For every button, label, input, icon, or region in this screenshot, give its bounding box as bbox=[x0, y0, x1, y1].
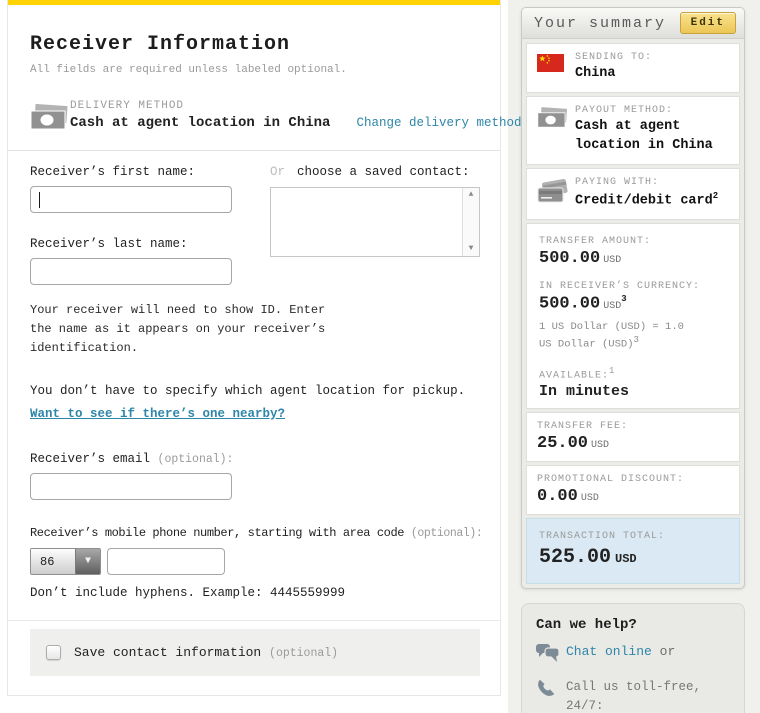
agent-location-note: You don’t have to specify which agent lo… bbox=[30, 384, 480, 398]
last-name-label: Receiver’s last name: bbox=[30, 237, 270, 251]
footnote-3: 3 bbox=[634, 335, 639, 345]
chat-online-link[interactable]: Chat online bbox=[566, 644, 652, 659]
currency-unit: USD bbox=[615, 552, 637, 566]
footnote-1: 1 bbox=[609, 366, 615, 376]
text-caret bbox=[39, 192, 40, 208]
edit-summary-button[interactable]: Edit bbox=[680, 12, 736, 34]
payout-method-row: PAYOUT METHOD: Cash at agent location in… bbox=[526, 96, 740, 165]
currency-unit: USD bbox=[603, 255, 621, 266]
scroll-up-icon[interactable]: ▲ bbox=[469, 191, 474, 199]
chat-line: Chat online or bbox=[566, 643, 675, 668]
transaction-total-card: TRANSACTION TOTAL: 525.00USD bbox=[526, 518, 740, 584]
transfer-amount-label: TRANSFER AMOUNT: bbox=[539, 236, 729, 247]
accent-top-bar bbox=[8, 0, 500, 5]
email-optional-tag: (optional): bbox=[158, 453, 234, 466]
scroll-down-icon[interactable]: ▼ bbox=[469, 245, 474, 253]
footnote-3: 3 bbox=[621, 294, 626, 304]
chat-bubbles-icon bbox=[536, 650, 560, 668]
save-contact-label: Save contact information (optional) bbox=[74, 645, 338, 660]
or-text: Or bbox=[270, 165, 285, 179]
first-name-label: Receiver’s first name: bbox=[30, 165, 270, 179]
transfer-fee-card: TRANSFER FEE: 25.00USD bbox=[526, 412, 740, 462]
transfer-fee-value: 25.00USD bbox=[537, 434, 729, 453]
required-fields-note: All fields are required unless labeled o… bbox=[30, 64, 480, 76]
currency-unit: USD bbox=[603, 301, 621, 312]
banknote-icon bbox=[30, 118, 70, 136]
page-title: Receiver Information bbox=[30, 33, 480, 56]
phone-optional-tag: (optional): bbox=[411, 527, 483, 540]
available-label: AVAILABLE:1 bbox=[539, 366, 729, 381]
save-contact-checkbox[interactable] bbox=[46, 645, 61, 660]
help-box: Can we help? Chat online or bbox=[521, 603, 745, 713]
id-requirement-note: Your receiver will need to show ID. Ente… bbox=[30, 301, 340, 358]
summary-sidebar: Your summary Edit bbox=[521, 7, 745, 713]
save-contact-section: Save contact information (optional) bbox=[30, 629, 480, 676]
call-info: Call us toll-free, 24/7: 1-877-989-3268 bbox=[566, 678, 730, 713]
phone-input[interactable] bbox=[107, 548, 225, 575]
section-divider bbox=[8, 150, 500, 151]
phone-icon bbox=[536, 685, 555, 703]
amounts-card: TRANSFER AMOUNT: 500.00USD IN RECEIVER’S… bbox=[526, 223, 740, 409]
exchange-rate-note: 1 US Dollar (USD) = 1.0 US Dollar (USD)3 bbox=[539, 320, 729, 353]
chevron-down-icon[interactable]: ▼ bbox=[75, 549, 100, 574]
receiver-currency-value: 500.00USD3 bbox=[539, 294, 729, 314]
page: Receiver Information All fields are requ… bbox=[0, 0, 760, 713]
summary-header: Your summary Edit bbox=[522, 8, 744, 39]
listbox-scrollbar[interactable]: ▲ ▼ bbox=[462, 188, 479, 256]
paying-with-row: PAYING WITH: Credit/debit card2 bbox=[526, 168, 740, 220]
email-input[interactable] bbox=[30, 473, 232, 500]
delivery-method-label: DELIVERY METHOD bbox=[70, 100, 521, 112]
summary-box: Your summary Edit bbox=[521, 7, 745, 589]
transaction-total-value: 525.00USD bbox=[539, 546, 729, 569]
sending-to-value: China bbox=[575, 65, 652, 84]
email-label: Receiver’s email (optional): bbox=[30, 452, 480, 466]
payout-method-label: PAYOUT METHOD: bbox=[575, 105, 729, 116]
paying-with-label: PAYING WITH: bbox=[575, 177, 718, 188]
transaction-total-label: TRANSACTION TOTAL: bbox=[539, 531, 729, 542]
currency-unit: USD bbox=[581, 493, 599, 504]
country-code-select[interactable]: 86 ▼ bbox=[30, 548, 101, 575]
transfer-fee-label: TRANSFER FEE: bbox=[537, 421, 729, 432]
change-delivery-method-link[interactable]: Change delivery method bbox=[356, 116, 521, 130]
sending-to-label: SENDING TO: bbox=[575, 52, 652, 63]
footnote-2: 2 bbox=[713, 191, 718, 201]
first-name-input[interactable] bbox=[30, 186, 232, 213]
promotional-discount-value: 0.00USD bbox=[537, 487, 729, 506]
payout-method-value: Cash at agent location in China bbox=[575, 118, 729, 156]
receiver-currency-label: IN RECEIVER’S CURRENCY: bbox=[539, 281, 729, 292]
banknote-icon bbox=[537, 116, 569, 134]
country-code-value[interactable]: 86 bbox=[31, 549, 75, 574]
help-title: Can we help? bbox=[536, 617, 730, 633]
credit-cards-icon bbox=[537, 190, 569, 208]
paying-with-value: Credit/debit card2 bbox=[575, 190, 718, 211]
delivery-method-value: Cash at agent location in China bbox=[70, 115, 330, 131]
currency-unit: USD bbox=[591, 440, 609, 451]
saved-contact-listbox[interactable]: ▲ ▼ bbox=[270, 187, 480, 257]
delivery-method-section: DELIVERY METHOD Cash at agent location i… bbox=[30, 100, 480, 136]
last-name-input[interactable] bbox=[30, 258, 232, 285]
sending-to-row: SENDING TO: China bbox=[526, 43, 740, 93]
available-value: In minutes bbox=[539, 383, 729, 400]
promotional-discount-label: PROMOTIONAL DISCOUNT: bbox=[537, 474, 729, 485]
promotional-discount-card: PROMOTIONAL DISCOUNT: 0.00USD bbox=[526, 465, 740, 515]
save-contact-optional-tag: (optional) bbox=[269, 647, 338, 660]
section-divider bbox=[8, 620, 500, 621]
receiver-information-panel: Receiver Information All fields are requ… bbox=[7, 0, 501, 696]
transfer-amount-value: 500.00USD bbox=[539, 249, 729, 268]
saved-contact-label: Orchoose a saved contact: bbox=[270, 165, 480, 179]
china-flag-icon bbox=[537, 59, 564, 77]
agent-nearby-link[interactable]: Want to see if there’s one nearby? bbox=[30, 407, 285, 421]
summary-title: Your summary bbox=[534, 15, 666, 32]
phone-label: Receiver’s mobile phone number, starting… bbox=[30, 526, 480, 540]
phone-format-note: Don’t include hyphens. Example: 44455599… bbox=[30, 586, 480, 600]
